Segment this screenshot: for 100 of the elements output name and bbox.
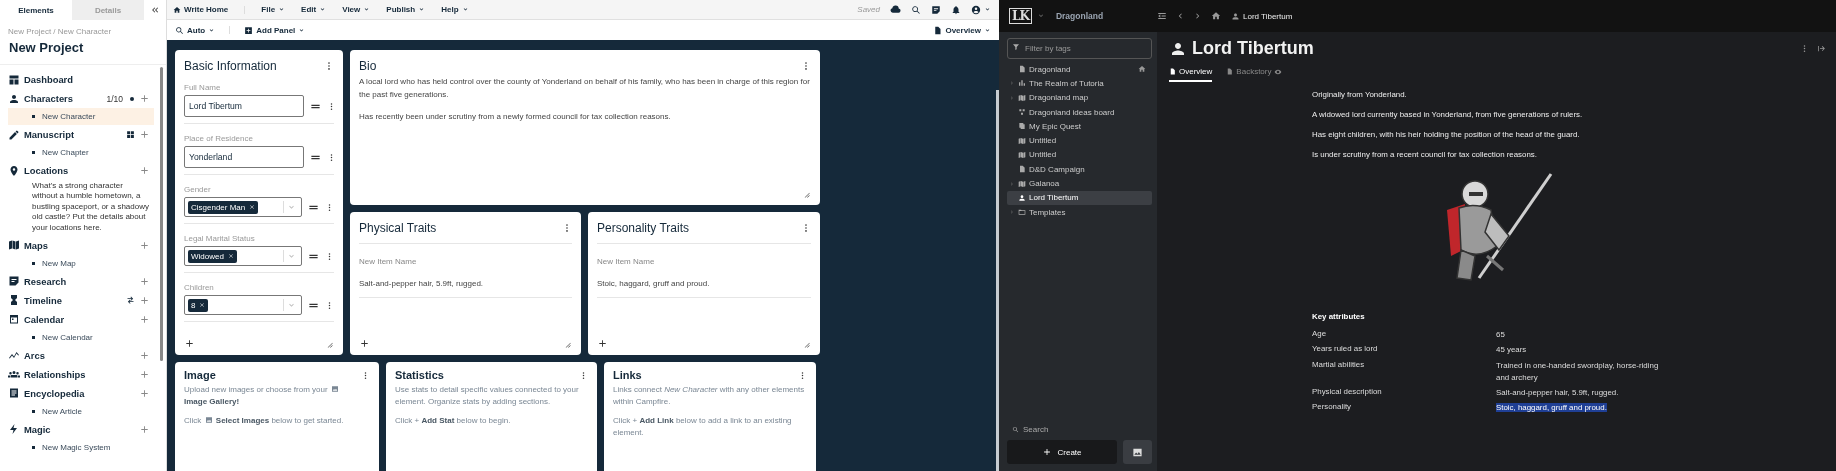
field-label: Full Name [184,83,222,92]
tree-item[interactable]: Untitled [1007,133,1152,148]
tag-chip[interactable]: Widowed [188,249,237,263]
sidebar-item[interactable]: New Character [8,108,154,125]
hourglass-icon [8,294,20,307]
sidebar-toggle-icon[interactable] [1157,11,1167,21]
view-button[interactable]: Overview [933,25,991,35]
section-link[interactable]: Manuscript [24,129,74,140]
person-icon [8,92,20,105]
add-box-icon [244,25,254,35]
tree-item[interactable]: Untitled [1007,147,1152,163]
sidebar-item[interactable]: New Map [8,254,154,272]
menu-button[interactable]: Publish [386,5,426,14]
tree-item[interactable]: Templates [1007,204,1152,220]
home-button[interactable]: Write Home [173,5,229,14]
menu-button[interactable]: Help [441,5,469,14]
select-field[interactable]: Widowed [184,246,302,266]
select-field[interactable]: 8 [184,295,302,315]
scrollbar[interactable] [160,67,163,361]
logo[interactable]: LK [1009,8,1032,24]
breadcrumb[interactable]: Lord Tibertum [1243,11,1293,21]
tree-item[interactable]: Dragonland map [1007,90,1152,105]
bio-paragraph: Has recently been under scrutiny from a newly formed council for tax collection reasons. [359,110,672,123]
home-icon[interactable] [1211,11,1221,21]
grid-icon[interactable] [126,130,135,139]
calendar-icon [8,313,20,326]
remove-icon[interactable] [249,204,256,210]
swap-arrows-icon[interactable] [126,295,135,305]
tree-item-label: Templates [1029,207,1066,217]
panel-title: Bio [359,59,377,73]
image-button[interactable] [1123,440,1152,464]
section-link[interactable]: Calendar [24,313,65,325]
tree-item[interactable]: Dragonland [1007,62,1152,77]
folder-icon [1018,208,1026,217]
map-icon [1018,150,1026,159]
dashboard-icon [8,73,20,86]
tree-item-label: Dragonland map [1029,93,1089,103]
section-link[interactable]: Locations [24,165,69,176]
menu-button[interactable]: View [342,5,371,14]
tree-item[interactable]: The Realm of Tutoria [1007,76,1152,91]
plus-icon[interactable] [184,338,195,349]
search-link[interactable]: Search [1023,425,1049,434]
document-icon [8,387,20,400]
menu-button[interactable]: Edit [301,5,327,14]
bell-icon[interactable] [951,4,961,15]
bio-paragraph: A local lord who has held control over the county of Yonderland on behalf of his family, who has been in charge of this region for the past five generations. [359,76,811,101]
section-link[interactable]: Relationships [24,368,86,380]
add-panel-button[interactable]: Add Panel [244,25,306,35]
tag-chip[interactable]: 8 [188,298,209,312]
select-field[interactable]: Cisgender Man [184,197,302,217]
scrollbar[interactable] [996,90,999,471]
image-icon [1132,446,1143,458]
collapse-panel-icon[interactable] [1817,44,1826,53]
tree-item-label: Untitled [1029,150,1057,160]
page-tab[interactable]: Overview [1169,67,1213,82]
document-icon [1018,65,1026,74]
tree-item[interactable]: Dragonland ideas board [1007,104,1152,120]
workspace-name[interactable]: Dragonland [1055,11,1104,21]
text-field[interactable]: Yonderland [184,146,304,168]
tree-item-label: D&D Campaign [1029,164,1085,174]
remove-icon[interactable] [227,253,234,259]
map-icon [1018,179,1026,188]
sidebar-item[interactable]: New Calendar [8,328,154,346]
plus-icon[interactable] [597,338,608,349]
section-link[interactable]: Timeline [24,294,62,306]
tree-item-label: Dragonland [1029,64,1071,74]
tree-item[interactable]: D&D Campaign [1007,162,1152,177]
tag-chip[interactable]: Cisgender Man [188,200,259,214]
tree-item[interactable]: My Epic Quest [1007,119,1152,134]
plus-icon[interactable] [359,338,370,349]
section-link[interactable]: Characters [24,93,73,104]
section-link[interactable]: Magic [24,423,51,435]
panel-text: Links connect New Character with any other elements within Campfire. [613,385,805,406]
section-link[interactable]: Dashboard [24,74,73,85]
panel-text: Select Images below to get started. [215,416,344,425]
tree-item-label: Untitled [1029,136,1057,146]
tag-label: Cisgender Man [191,202,246,212]
section-link[interactable]: Maps [24,239,48,251]
search-icon[interactable] [1012,426,1019,433]
section-link[interactable]: Arcs [24,349,45,361]
map-pin-icon [8,164,20,177]
search-icon[interactable] [911,4,921,15]
panel-title: Statistics [395,369,444,381]
text-field[interactable]: Lord Tibertum [184,95,304,117]
sidebar-item[interactable]: New Chapter [8,144,154,161]
note-icon[interactable] [931,4,941,15]
document-icon [1018,165,1026,174]
tree-item[interactable]: Galanoa [1007,176,1152,191]
section-link[interactable]: Encyclopedia [24,387,85,399]
remove-icon[interactable] [199,302,206,308]
page-tab[interactable]: Backstory [1226,67,1283,82]
filter-field[interactable]: Filter by tags [1007,38,1152,59]
sidebar-item[interactable]: New Magic System [8,438,154,456]
panel-text: Click + Add Stat below to begin. [395,416,511,425]
menu-button[interactable]: File [261,5,286,14]
sidebar-item[interactable]: New Article [8,402,154,420]
tree-item[interactable]: Lord Tibertum [1007,190,1152,205]
section-link[interactable]: Research [24,275,67,287]
create-button[interactable]: Create [1007,440,1117,464]
zoom-button[interactable]: Auto [175,25,216,35]
